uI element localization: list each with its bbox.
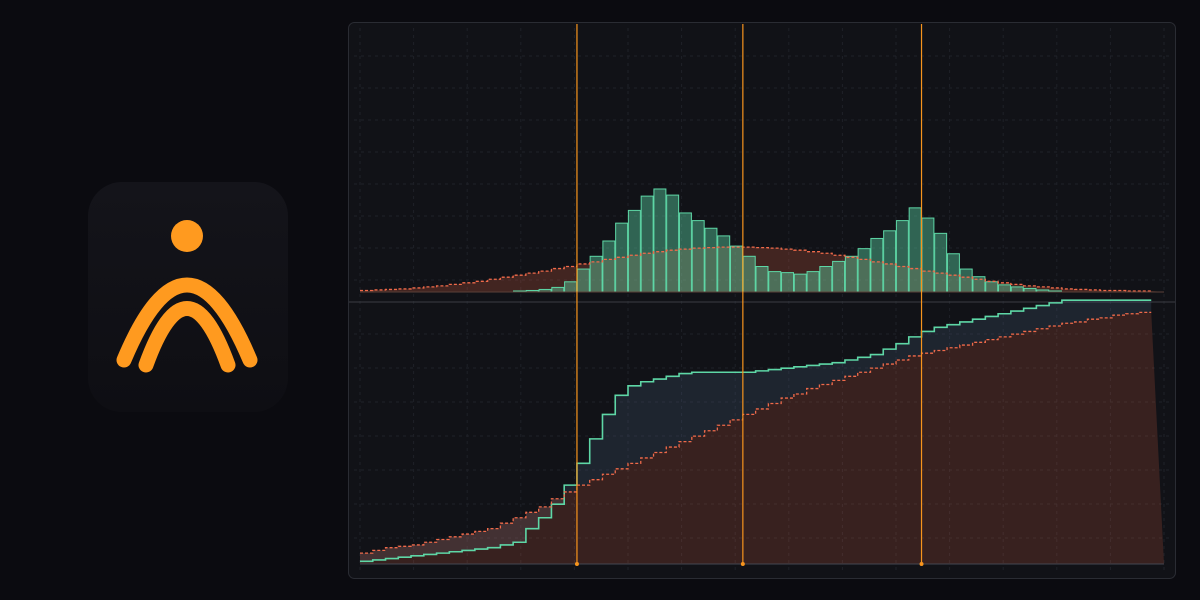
- histogram-bar: [1010, 286, 1024, 293]
- histogram-bar: [704, 227, 718, 293]
- logo-head: [171, 220, 203, 252]
- histogram-bar: [819, 266, 833, 293]
- histogram-bar: [653, 188, 667, 293]
- threshold-marker-dot: [919, 562, 924, 566]
- histogram-bar: [729, 245, 743, 293]
- histogram-bar: [564, 281, 578, 293]
- histogram-bar: [678, 212, 692, 293]
- logo-tile: [88, 182, 288, 412]
- histogram-bar: [640, 195, 654, 293]
- histogram-bar: [742, 255, 756, 293]
- histogram-bar: [946, 253, 960, 293]
- histogram-bar: [781, 272, 795, 293]
- histogram-bar: [985, 281, 999, 293]
- threshold-marker-dot: [574, 562, 579, 566]
- chart-panel: [348, 22, 1176, 579]
- histogram-bar: [1023, 287, 1037, 293]
- histogram-bar: [755, 266, 769, 293]
- histogram-bar: [576, 268, 590, 293]
- banner: [0, 0, 1200, 600]
- histogram-bar: [908, 207, 922, 293]
- histogram-bar: [768, 271, 782, 293]
- histogram-bar: [870, 237, 884, 293]
- logo-tile-background: [88, 182, 288, 412]
- histogram-bar: [997, 284, 1011, 293]
- histogram-bar: [857, 248, 871, 293]
- histogram-bar: [883, 230, 897, 293]
- histogram-bar: [895, 220, 909, 293]
- histogram-bar: [717, 235, 731, 293]
- histogram-bar: [551, 286, 565, 293]
- histogram-bar: [934, 232, 948, 293]
- histogram-bar: [627, 209, 641, 293]
- histogram-bar: [691, 220, 705, 293]
- histogram-bar: [666, 194, 680, 293]
- histogram-bar: [806, 271, 820, 293]
- histogram-bar: [844, 255, 858, 293]
- histogram-bar: [832, 260, 846, 293]
- threshold-marker-dot: [740, 562, 745, 566]
- histogram-bar: [602, 240, 616, 293]
- histogram-bar: [793, 273, 807, 293]
- histogram-bar: [921, 217, 935, 293]
- histogram-bar: [959, 268, 973, 293]
